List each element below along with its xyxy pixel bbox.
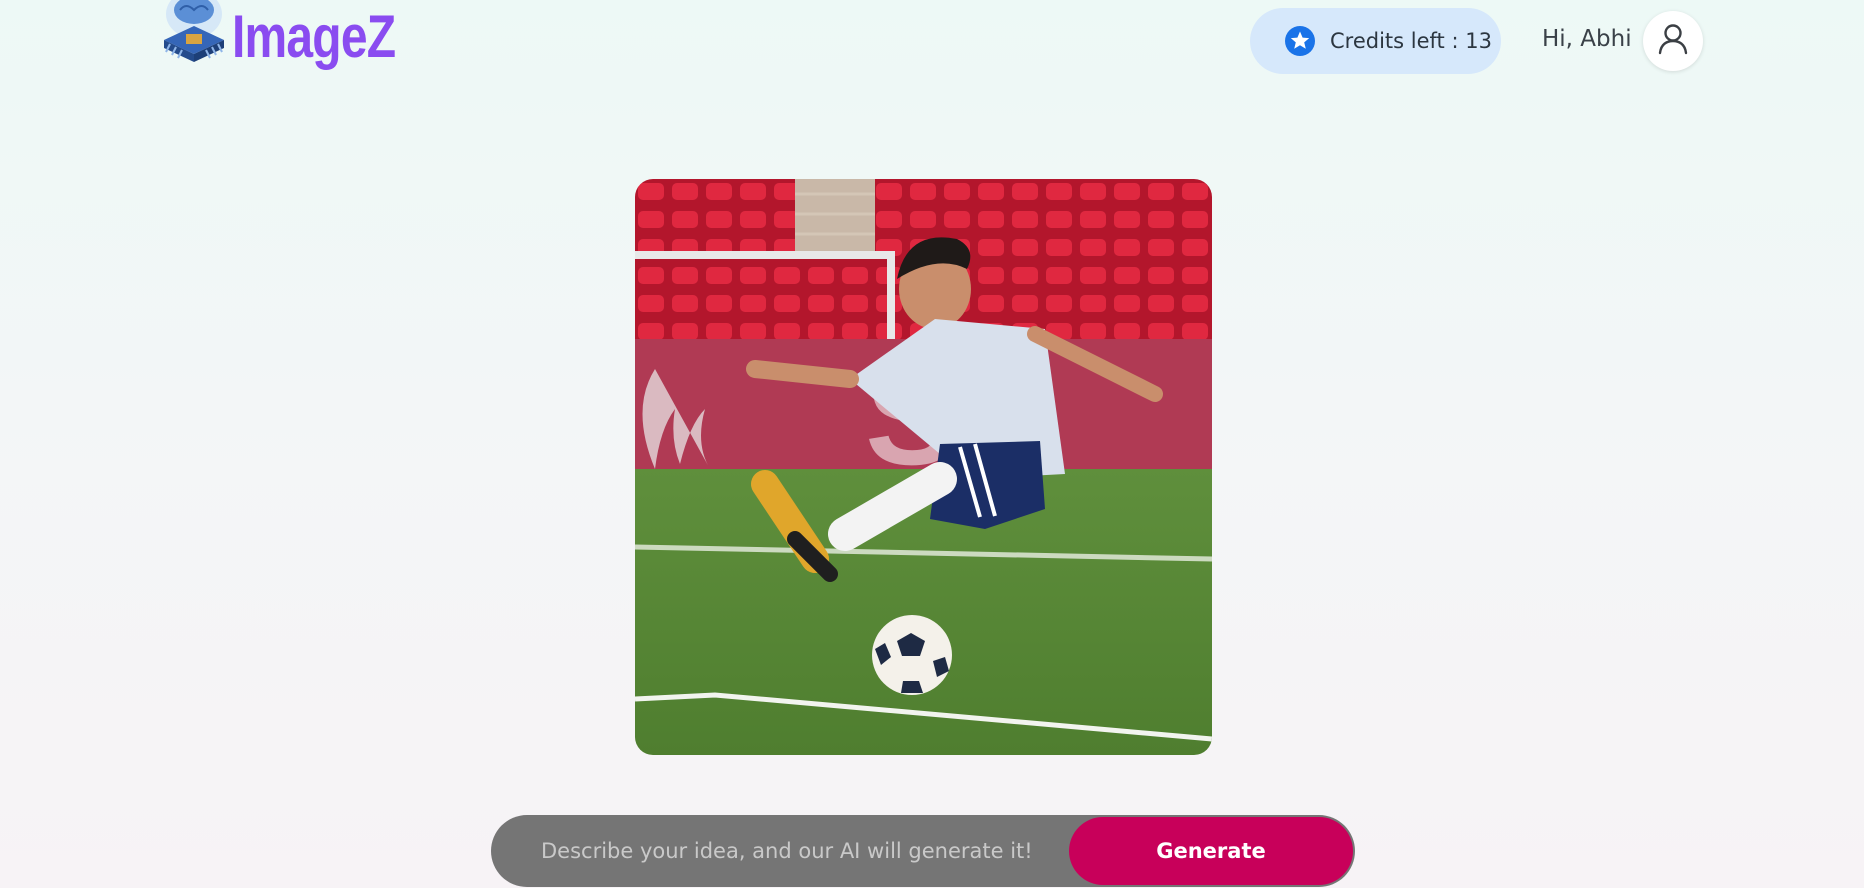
- generated-image: SA: [635, 179, 1212, 755]
- generate-button[interactable]: Generate: [1069, 817, 1353, 885]
- user-avatar-button[interactable]: [1643, 11, 1703, 71]
- credits-label: Credits left : 13: [1330, 29, 1492, 53]
- prompt-bar: Generate: [491, 815, 1355, 887]
- user-icon: [1658, 23, 1688, 59]
- user-greeting: Hi, Abhi: [1542, 26, 1632, 52]
- brand-logo[interactable]: ImageZ: [152, 0, 436, 70]
- brain-chip-icon: [152, 0, 236, 70]
- star-badge-icon: [1284, 25, 1316, 57]
- credits-badge[interactable]: Credits left : 13: [1250, 8, 1501, 74]
- brand-name: ImageZ: [232, 3, 396, 70]
- prompt-input[interactable]: [491, 815, 1069, 887]
